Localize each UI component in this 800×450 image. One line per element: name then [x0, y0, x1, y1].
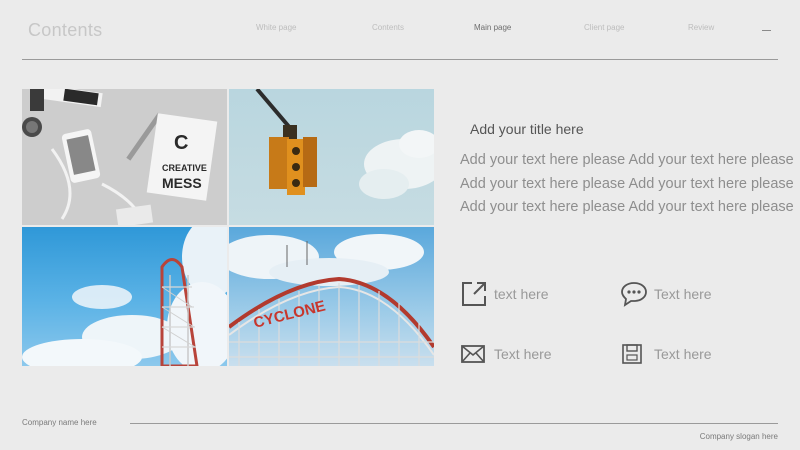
- feature-share-label: text here: [494, 286, 549, 302]
- traffic-light-graphic: [255, 89, 434, 199]
- nav-item-review[interactable]: Review: [688, 23, 714, 32]
- feature-chat[interactable]: Text here: [620, 280, 712, 308]
- feature-mail-label: Text here: [494, 346, 552, 362]
- traffic-light-photo: [229, 89, 434, 225]
- feature-mail[interactable]: Text here: [460, 340, 552, 368]
- cyclone-roller-coaster-graphic: CYCLONE: [229, 234, 434, 366]
- nav-item-client-page[interactable]: Client page: [584, 23, 624, 32]
- nav-dash-icon: [762, 30, 771, 31]
- photo-grid: C CREATIVE MESS CYCLONE: [22, 89, 434, 366]
- chat-icon: [621, 282, 647, 307]
- company-name: Company name here: [22, 418, 97, 427]
- header-divider: [22, 59, 778, 60]
- svg-text:C: C: [174, 132, 188, 154]
- footer-divider: [130, 423, 778, 424]
- save-icon: [622, 344, 642, 364]
- creative-mess-desk-graphic: C CREATIVE MESS: [22, 89, 227, 225]
- roller-coaster-tower-photo: [22, 227, 227, 366]
- feature-chat-label: Text here: [654, 286, 712, 302]
- svg-text:MESS: MESS: [162, 175, 202, 191]
- creative-mess-desk-photo: C CREATIVE MESS: [22, 89, 227, 225]
- mail-icon: [461, 345, 485, 363]
- nav-item-main-page[interactable]: Main page: [474, 23, 511, 32]
- body-paragraph: Add your text here please Add your text …: [460, 152, 794, 215]
- page-title: Contents: [28, 20, 103, 40]
- svg-text:CREATIVE: CREATIVE: [162, 163, 207, 173]
- feature-save[interactable]: Text here: [620, 340, 712, 368]
- nav-item-white-page[interactable]: White page: [256, 23, 296, 32]
- nav-item-contents[interactable]: Contents: [372, 23, 404, 32]
- roller-coaster-tower-graphic: [22, 227, 227, 366]
- feature-save-label: Text here: [654, 346, 712, 362]
- section-subtitle: Add your title here: [470, 121, 584, 137]
- cyclone-roller-coaster-photo: CYCLONE: [229, 227, 434, 366]
- feature-share[interactable]: text here: [460, 280, 548, 308]
- share-icon: [462, 282, 486, 306]
- company-slogan: Company slogan here: [699, 432, 778, 441]
